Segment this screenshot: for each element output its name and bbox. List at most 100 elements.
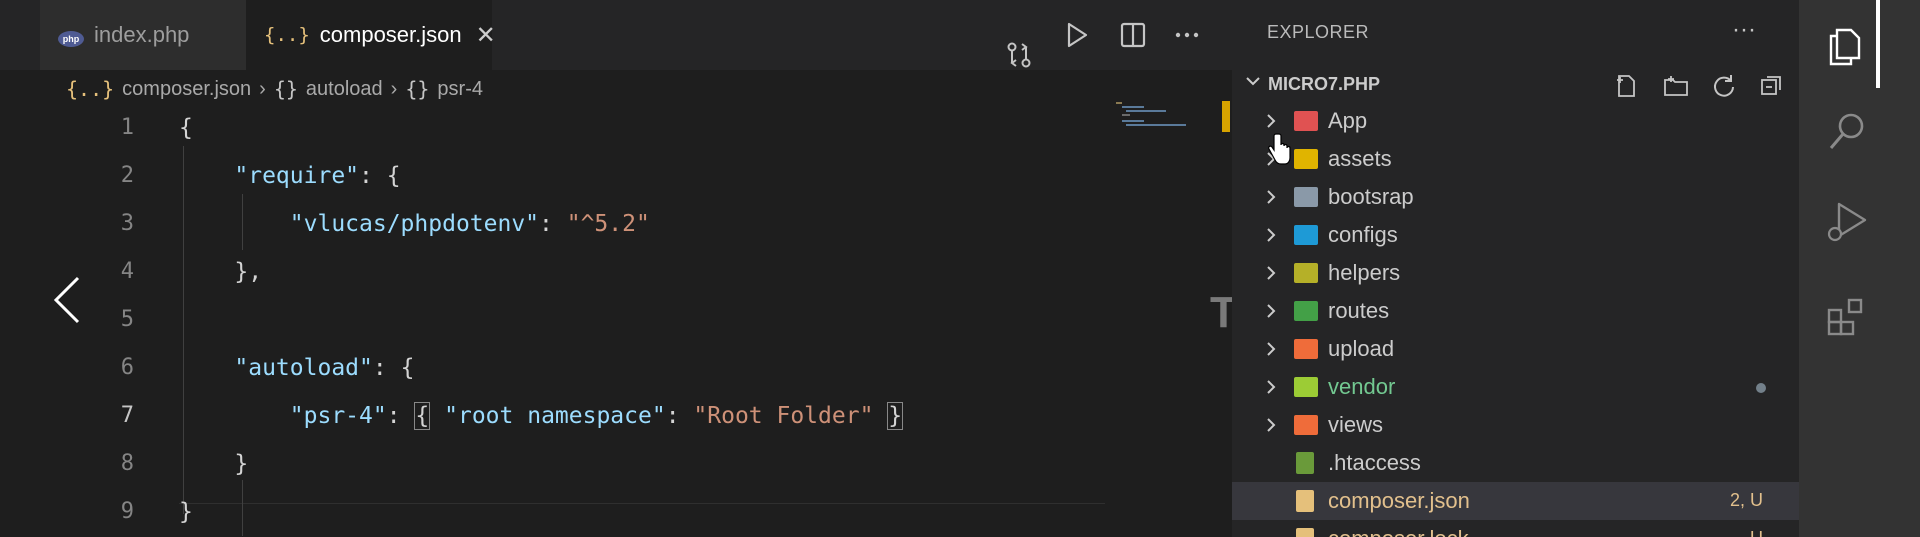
hand-pointer-icon [1268,133,1291,165]
code-token: }, [179,259,263,285]
explorer-panel: EXPLORER ··· MICRO7.PHP App assets boots… [1232,0,1799,537]
chevron-right-icon[interactable] [1262,416,1280,434]
explorer-title: EXPLORER [1267,22,1370,42]
code-line[interactable]: 5 [0,296,1110,344]
code-token: : [539,211,567,237]
line-number: 5 [120,307,134,332]
tree-item-label: assets [1328,146,1392,171]
tree-folder-helpers[interactable]: helpers [1232,254,1799,292]
code-editor[interactable]: 1{2 "require": {3 "vlucas/phpdotenv": "^… [0,108,1232,537]
tree-file--htaccess[interactable]: .htaccess [1232,444,1799,482]
chevron-right-icon[interactable] [1262,340,1280,358]
tree-folder-upload[interactable]: upload [1232,330,1799,368]
tree-item-label: views [1328,412,1384,437]
new-file-icon[interactable] [1612,72,1640,100]
line-number: 9 [120,499,134,524]
tree-folder-routes[interactable]: routes [1232,292,1799,330]
code-token: : [386,403,415,429]
chevron-right-icon[interactable] [1262,188,1280,206]
git-status-badge: U [1750,528,1763,537]
project-header[interactable]: MICRO7.PHP [1232,66,1799,102]
code-token: "root namespace" [444,403,666,429]
code-line[interactable]: 3 "vlucas/phpdotenv": "^5.2" [0,200,1110,248]
chevron-right-icon[interactable] [1262,302,1280,320]
chevron-left-icon[interactable] [46,272,90,328]
line-number: 4 [120,259,134,284]
vscode-window: php index.php {..} composer.json ✕ {..} … [0,0,1920,537]
new-folder-icon[interactable] [1662,72,1690,100]
chevron-right-icon[interactable] [1262,112,1280,130]
code-text: "psr-4": { "root namespace": "Root Folde… [179,392,904,440]
code-line[interactable]: 1{ [0,104,1110,152]
search-icon[interactable] [1823,108,1871,156]
code-line[interactable]: 4 }, [0,248,1110,296]
code-token: { [179,115,193,141]
helpers-folder-icon [1294,263,1318,283]
tab-index-php[interactable]: php index.php [40,0,246,70]
code-line[interactable]: 7 "psr-4": { "root namespace": "Root Fol… [0,392,1110,440]
tree-item-label: configs [1328,222,1398,247]
breadcrumb-item[interactable]: {} psr-4 [405,77,483,101]
line-number: 8 [120,451,134,476]
minimap[interactable] [1116,100,1216,130]
tree-folder-views[interactable]: views [1232,406,1799,444]
editor-area: php index.php {..} composer.json ✕ {..} … [0,0,1237,537]
config-folder-icon [1294,225,1318,245]
scrollbar-marker[interactable] [1222,101,1230,132]
breadcrumb-label: composer.json [122,77,252,100]
tree-folder-app[interactable]: App [1232,102,1799,140]
explorer-icon[interactable] [1823,22,1871,70]
htaccess-file-icon [1296,452,1314,474]
more-actions-icon[interactable] [1172,20,1202,50]
tree-file-composer-lock[interactable]: composer.lock U [1232,520,1799,537]
split-editor-icon[interactable] [1118,20,1148,50]
breadcrumb-label: psr-4 [437,77,483,100]
tree-folder-assets[interactable]: assets [1232,140,1799,178]
tree-file-composer-json[interactable]: composer.json 2, U [1232,482,1799,520]
code-text: { [179,104,193,152]
close-icon[interactable]: ✕ [476,21,496,50]
chevron-right-icon[interactable] [1262,264,1280,282]
tree-item-label: vendor [1328,374,1396,399]
run-debug-icon[interactable] [1823,198,1871,246]
modified-dot-icon [1756,383,1766,393]
code-line[interactable]: 2 "require": { [0,152,1110,200]
collapse-all-icon[interactable] [1758,72,1786,100]
refresh-icon[interactable] [1710,72,1738,100]
code-line[interactable]: 6 "autoload": { [0,344,1110,392]
app-folder-icon [1294,111,1318,131]
upload-folder-icon [1294,339,1318,359]
code-token: : { [372,355,415,381]
line-number: 1 [120,115,134,140]
json-file-icon: {..} [66,77,115,101]
tab-composer-json[interactable]: {..} composer.json ✕ [246,0,496,70]
activity-indicator [1876,0,1880,88]
extensions-icon[interactable] [1823,292,1871,340]
code-line[interactable]: 9} [0,488,1110,536]
code-token: "psr-4" [289,403,387,429]
tree-folder-configs[interactable]: configs [1232,216,1799,254]
breadcrumb-item[interactable]: {..} composer.json [66,77,251,101]
chevron-right-icon[interactable] [1262,378,1280,396]
project-name: MICRO7.PHP [1268,74,1381,94]
more-actions-icon[interactable]: ··· [1732,16,1756,44]
object-icon: {} [273,77,298,101]
chevron-right-icon[interactable] [1262,226,1280,244]
breadcrumb-item[interactable]: {} autoload [274,77,383,101]
routes-folder-icon [1294,301,1318,321]
run-icon[interactable] [1062,20,1092,50]
tree-folder-vendor[interactable]: vendor [1232,368,1799,406]
line-number: 3 [120,211,134,236]
code-token: : { [359,163,401,189]
code-line[interactable]: 8 } [0,440,1110,488]
chevron-right-icon: › [390,77,398,100]
vendor-folder-icon [1294,377,1318,397]
tree-folder-bootsrap[interactable]: bootsrap [1232,178,1799,216]
code-text: "vlucas/phpdotenv": "^5.2" [179,200,650,248]
code-token: "vlucas/phpdotenv" [289,211,540,237]
line-number: 6 [120,355,134,380]
git-status-badge: 2, U [1729,490,1763,510]
